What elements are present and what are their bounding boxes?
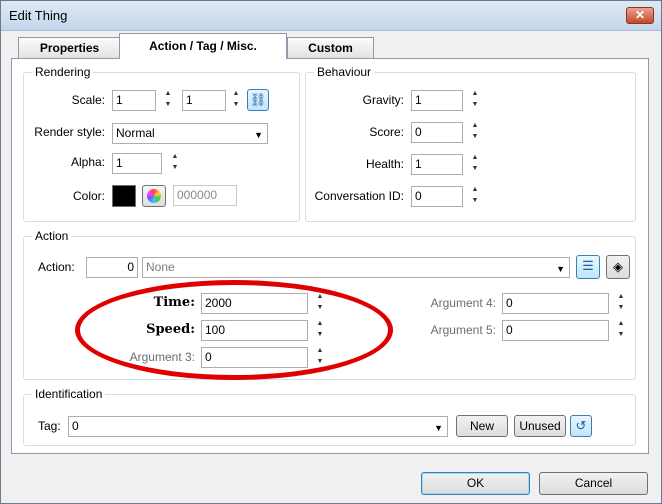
dropdown-arrow-icon: ▼ bbox=[434, 423, 443, 433]
identification-group: Identification Tag: 0 ▼ New Unused ↺ bbox=[23, 387, 636, 446]
speed-label: Speed: bbox=[146, 322, 195, 337]
time-input[interactable]: 2000 bbox=[201, 293, 308, 314]
scale-label: Scale: bbox=[71, 93, 105, 107]
identification-group-title: Identification bbox=[32, 387, 106, 401]
behaviour-group: Behaviour Gravity: 1 ▲ ▼ Score: 0 ▲ ▼ Heal… bbox=[305, 65, 636, 222]
ok-button[interactable]: OK bbox=[421, 472, 530, 495]
dropdown-arrow-icon: ▼ bbox=[254, 130, 263, 140]
health-label: Health: bbox=[365, 157, 404, 171]
dropdown-arrow-icon: ▼ bbox=[556, 264, 565, 274]
edit-thing-dialog: Edit Thing ✕ Properties Action / Tag / M… bbox=[0, 0, 662, 504]
argument-5-spinner[interactable]: ▲ ▼ bbox=[616, 319, 626, 341]
color-wheel-icon bbox=[147, 189, 161, 203]
argument-4-input[interactable]: 0 bbox=[502, 293, 609, 314]
cancel-button[interactable]: Cancel bbox=[539, 472, 648, 495]
argument-3-spinner[interactable]: ▲ ▼ bbox=[315, 346, 325, 368]
tag-select-value: 0 bbox=[72, 419, 79, 433]
tab-properties[interactable]: Properties bbox=[18, 37, 121, 58]
unused-tag-button[interactable]: Unused bbox=[514, 415, 566, 437]
rendering-group: Rendering Scale: 1 ▲ ▼ 1 ▲ ▼ ⛓ Render styl… bbox=[23, 65, 300, 222]
score-input[interactable]: 0 bbox=[411, 122, 463, 143]
alpha-label: Alpha: bbox=[70, 155, 105, 169]
tab-custom[interactable]: Custom bbox=[287, 37, 374, 58]
time-label: Time: bbox=[153, 295, 195, 310]
scale-y-spinner[interactable]: ▲ ▼ bbox=[231, 89, 241, 111]
health-spinner[interactable]: ▲ ▼ bbox=[470, 153, 480, 175]
tab-action-tag-misc[interactable]: Action / Tag / Misc. bbox=[119, 33, 287, 59]
action-label: Action: bbox=[38, 260, 75, 274]
conversation-id-label: Conversation ID: bbox=[314, 189, 404, 203]
color-swatch[interactable] bbox=[112, 185, 136, 207]
action-group: Action Action: 0 None ▼ ☰ ◈ Time: 2000 ▲… bbox=[23, 229, 636, 380]
score-label: Score: bbox=[369, 125, 404, 139]
undo-tag-button[interactable]: ↺ bbox=[570, 415, 592, 437]
speed-input[interactable]: 100 bbox=[201, 320, 308, 341]
argument-4-spinner[interactable]: ▲ ▼ bbox=[616, 292, 626, 314]
action-group-title: Action bbox=[32, 229, 72, 243]
conversation-id-input[interactable]: 0 bbox=[411, 186, 463, 207]
alpha-spinner[interactable]: ▲ ▼ bbox=[170, 152, 180, 174]
color-label: Color: bbox=[72, 189, 105, 203]
close-button[interactable]: ✕ bbox=[626, 7, 654, 24]
tag-label: Tag: bbox=[38, 419, 61, 433]
tab-panel: Rendering Scale: 1 ▲ ▼ 1 ▲ ▼ ⛓ Render styl… bbox=[11, 58, 649, 454]
action-number-input[interactable]: 0 bbox=[86, 257, 138, 278]
color-hex-input[interactable]: 000000 bbox=[173, 185, 237, 206]
undo-icon: ↺ bbox=[575, 418, 587, 433]
conversation-id-spinner[interactable]: ▲ ▼ bbox=[470, 185, 480, 207]
score-spinner[interactable]: ▲ ▼ bbox=[470, 121, 480, 143]
browse-icon: ◈ bbox=[613, 259, 623, 274]
tag-select[interactable]: 0 ▼ bbox=[68, 416, 448, 437]
close-icon: ✕ bbox=[634, 8, 646, 22]
action-select-value: None bbox=[146, 260, 175, 274]
link-scale-button[interactable]: ⛓ bbox=[247, 89, 269, 111]
scale-x-spinner[interactable]: ▲ ▼ bbox=[163, 89, 173, 111]
argument-5-input[interactable]: 0 bbox=[502, 320, 609, 341]
action-select[interactable]: None ▼ bbox=[142, 257, 570, 278]
gravity-spinner[interactable]: ▲ ▼ bbox=[470, 89, 480, 111]
action-browse-button[interactable]: ◈ bbox=[606, 255, 630, 279]
rendering-group-title: Rendering bbox=[32, 65, 94, 79]
argument-4-label: Argument 4: bbox=[430, 296, 496, 310]
link-icon: ⛓ bbox=[249, 92, 267, 107]
render-style-value: Normal bbox=[116, 126, 155, 140]
scale-x-input[interactable]: 1 bbox=[112, 90, 156, 111]
action-list-button[interactable]: ☰ bbox=[576, 255, 600, 279]
gravity-label: Gravity: bbox=[362, 93, 404, 107]
scale-y-input[interactable]: 1 bbox=[182, 90, 226, 111]
new-tag-button[interactable]: New bbox=[456, 415, 508, 437]
alpha-input[interactable]: 1 bbox=[112, 153, 162, 174]
render-style-label: Render style: bbox=[34, 125, 105, 139]
speed-spinner[interactable]: ▲ ▼ bbox=[315, 319, 325, 341]
render-style-select[interactable]: Normal ▼ bbox=[112, 123, 268, 144]
time-spinner[interactable]: ▲ ▼ bbox=[315, 292, 325, 314]
argument-5-label: Argument 5: bbox=[430, 323, 496, 337]
color-picker-button[interactable] bbox=[142, 185, 166, 207]
argument-3-label: Argument 3: bbox=[129, 350, 195, 364]
behaviour-group-title: Behaviour bbox=[314, 65, 375, 79]
window-title: Edit Thing bbox=[9, 8, 68, 23]
health-input[interactable]: 1 bbox=[411, 154, 463, 175]
title-bar: Edit Thing ✕ bbox=[1, 1, 661, 31]
argument-3-input[interactable]: 0 bbox=[201, 347, 308, 368]
list-icon: ☰ bbox=[582, 258, 594, 273]
gravity-input[interactable]: 1 bbox=[411, 90, 463, 111]
